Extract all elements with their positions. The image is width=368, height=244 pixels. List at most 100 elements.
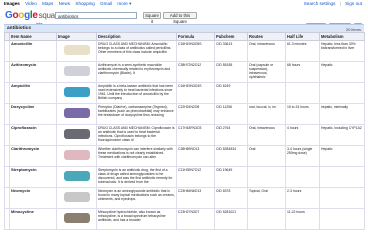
description-cell: Neomycin is an aminoglycoside antibiotic… [96, 187, 177, 209]
column-header-routes[interactable]: Routes [247, 32, 286, 41]
description-cell: DRUG CLASS AND MECHANISM: Ciprofloxacin … [96, 124, 177, 146]
routes-cell: Oral (capsule or suspension), intravenou… [247, 61, 286, 83]
half-life-cell: 2-3 hours [285, 187, 320, 209]
table-row[interactable]: Streptomycin Streptomycin is an antibioti… [4, 166, 365, 188]
results-table: Item Name Image Description Formula Pubc… [4, 32, 365, 230]
drug-thumbnail-image[interactable] [63, 66, 90, 76]
metabolism-cell [319, 166, 365, 188]
drug-thumbnail-image[interactable] [63, 171, 90, 181]
item-count: 20 items [345, 26, 361, 32]
column-header-description[interactable]: Description [96, 32, 177, 41]
formula-cell: C16H19N3O5S [176, 40, 215, 62]
description-cell: Whether clarithromycin can interfere sim… [96, 145, 177, 167]
routes-cell [247, 208, 286, 230]
square-title[interactable]: antibiotics [7, 26, 31, 31]
metabolism-cell [319, 82, 365, 104]
nav-more[interactable]: more ▾ [117, 1, 131, 6]
half-life-cell: 15 to 24 hours [285, 103, 320, 125]
table-row[interactable]: Amoxicillin DRUG CLASS AND MECHANISM: Amo… [4, 40, 365, 62]
image-cell [56, 124, 97, 146]
nav-shopping[interactable]: Shopping [75, 1, 94, 6]
square-it-button[interactable]: Square it [143, 12, 161, 24]
half-life-cell: 11-22 hours [285, 208, 320, 230]
column-header-pubchem[interactable]: Pubchem [214, 32, 248, 41]
nav-images[interactable]: Images [4, 1, 20, 6]
formula-cell: C23H27N3O7 [176, 208, 215, 230]
item-name-cell: Streptomycin [9, 166, 57, 188]
pubchem-cell: CID 2764 [214, 124, 248, 146]
table-row[interactable]: Ampicillin Ampicillin is a beta-lactam an… [4, 82, 365, 104]
table-row[interactable]: Ciprofloxacin DRUG CLASS AND MECHANISM: C… [4, 124, 365, 146]
metabolism-cell [319, 208, 365, 230]
formula-cell: C21H39N7O12 [176, 166, 215, 188]
item-name-cell: Ciprofloxacin [9, 124, 57, 146]
image-cell [56, 166, 97, 188]
drug-thumbnail-image[interactable] [63, 192, 90, 202]
description-cell: Phenylon (Diarrhe), carbamazepine (Tegre… [96, 103, 177, 125]
column-header-image[interactable]: Image [56, 32, 97, 41]
column-header-metabolism[interactable]: Metabolism [319, 32, 365, 41]
drug-thumbnail-image[interactable] [63, 150, 90, 160]
pubchem-cell: CID 11256 [214, 103, 248, 125]
item-name-cell: Clarithromycin [9, 145, 57, 167]
formula-cell: C17H18FN3O3 [176, 124, 215, 146]
routes-cell [247, 166, 286, 188]
description-cell: Ampicillin is a beta-lactam antibiotic t… [96, 82, 177, 104]
half-life-cell [285, 166, 320, 188]
drug-thumbnail-image[interactable] [63, 213, 90, 223]
item-name-cell: Azithromycin [9, 61, 57, 83]
routes-cell: Topical, Oral [247, 187, 286, 209]
description-cell: Azithromycin is a semi-synthetic macroli… [96, 61, 177, 83]
metabolism-cell: Hepatic, less than 30% biotransformed in… [319, 40, 365, 62]
nav-news[interactable]: News [59, 1, 71, 6]
top-navigation: Images Video Maps News Shopping Gmail mo… [0, 0, 368, 8]
item-name-cell: Minocycline [9, 208, 57, 230]
search-settings-link[interactable]: Search settings [304, 1, 336, 6]
nav-video[interactable]: Video [25, 1, 37, 6]
metabolism-cell: Hepatic, including CYP1A2 [319, 124, 365, 146]
table-row[interactable]: Clarithromycin Whether clarithromycin can… [4, 145, 365, 167]
formula-cell: C38H69NO13 [176, 145, 215, 167]
square-title-bar: antibiotics 20 items [4, 24, 364, 32]
drug-thumbnail-image[interactable] [63, 87, 90, 97]
table-row[interactable]: Doxycycline Phenylon (Diarrhe), carbamaze… [4, 103, 365, 125]
image-cell [56, 145, 97, 167]
separator: | [339, 1, 341, 6]
description-cell: Minocycline hydrochloride, also known as… [96, 208, 177, 230]
image-cell [56, 208, 97, 230]
metabolism-cell [319, 187, 365, 209]
half-life-cell: 3-4 hours (single 250mg dose) [285, 145, 320, 167]
description-cell: Streptomycin is an antibiotic drug, the … [96, 166, 177, 188]
item-name-cell: Amoxicillin [9, 40, 57, 62]
half-life-cell: 61.3 minutes [285, 40, 320, 62]
image-cell [56, 103, 97, 125]
half-life-cell: 4 hours [285, 124, 320, 146]
nav-links: Images Video Maps News Shopping Gmail mo… [4, 1, 135, 7]
table-row[interactable]: Minocycline Minocycline hydrochloride, al… [4, 208, 365, 230]
add-to-square-button[interactable]: Add to this Square [163, 12, 197, 24]
routes-cell: oral, buccal, iv, im [247, 103, 286, 125]
search-input[interactable]: antibiotics [55, 12, 137, 19]
sign-out-link[interactable]: Sign out [345, 1, 362, 6]
metabolism-cell: Hepatic [319, 61, 365, 83]
table-row[interactable]: Azithromycin Azithromycin is a semi-synth… [4, 61, 365, 83]
formula-cell: C22H24N2O8 [176, 103, 215, 125]
metabolism-cell: Hepatic [319, 145, 365, 167]
description-cell: DRUG CLASS AND MECHANISM: Amoxicillin be… [96, 40, 177, 62]
table-row[interactable]: Neomycin Neomycin is an aminoglycoside an… [4, 187, 365, 209]
formula-cell: C16H19N3O4S [176, 82, 215, 104]
formula-cell: C23H46N6O13 [176, 187, 215, 209]
column-header-half-life[interactable]: Half Life [285, 32, 320, 41]
pubchem-cell: CID 6249 [214, 82, 248, 104]
drug-thumbnail-image[interactable] [63, 129, 90, 139]
nav-maps[interactable]: Maps [42, 1, 53, 6]
drug-thumbnail-image[interactable] [63, 45, 90, 55]
item-name-cell: Doxycycline [9, 103, 57, 125]
routes-cell [247, 82, 286, 104]
half-life-cell [285, 82, 320, 104]
image-cell [56, 40, 97, 62]
column-header-formula[interactable]: Formula [176, 32, 215, 41]
column-header-item-name[interactable]: Item Name [9, 32, 57, 41]
nav-gmail[interactable]: Gmail [100, 1, 112, 6]
drug-thumbnail-image[interactable] [63, 108, 90, 118]
